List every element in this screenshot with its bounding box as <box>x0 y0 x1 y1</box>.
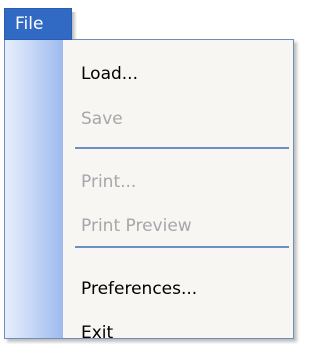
menu-icon-gutter <box>5 40 63 338</box>
menu-item-save: Save <box>81 109 123 129</box>
file-menu-dropdown: Load... Save Print... Print Preview Pref… <box>4 39 294 343</box>
menu-item-print-preview: Print Preview <box>81 216 192 236</box>
menu-screen: File Load... Save Print... Print Preview… <box>0 0 300 344</box>
file-menu-header[interactable]: File <box>4 8 72 40</box>
menu-separator <box>75 246 289 248</box>
menu-item-exit[interactable]: Exit <box>81 321 113 344</box>
menu-item-preferences[interactable]: Preferences... <box>81 277 197 301</box>
menu-separator <box>75 147 289 149</box>
menu-item-load[interactable]: Load... <box>81 62 138 86</box>
menu-header-shadow <box>72 12 77 41</box>
menu-item-print: Print... <box>81 172 137 192</box>
